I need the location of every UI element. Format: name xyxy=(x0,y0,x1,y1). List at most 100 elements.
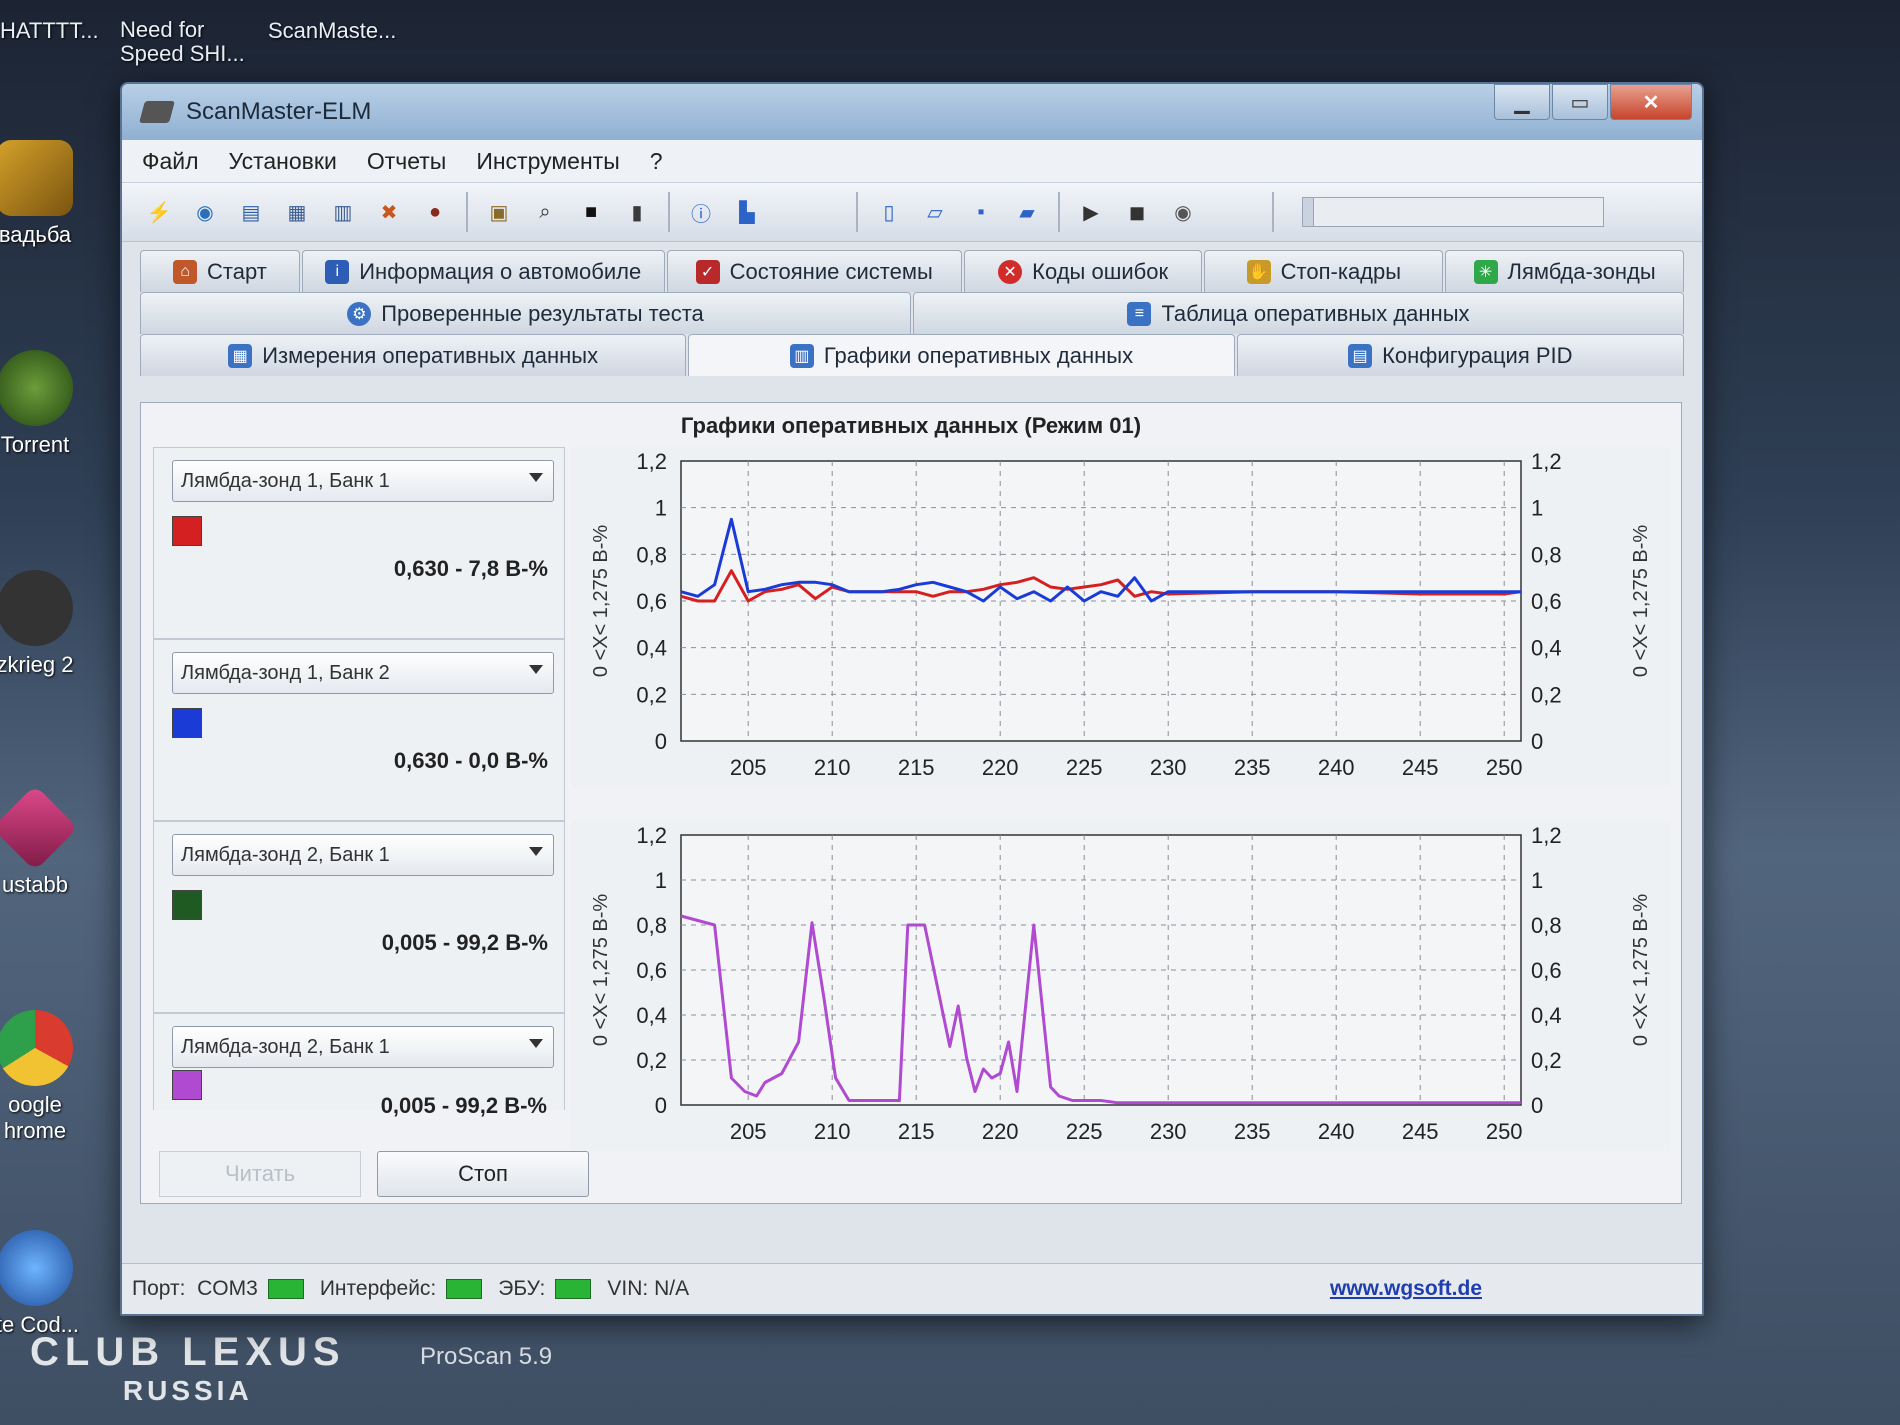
window-controls: ▁ ▭ ✕ xyxy=(1492,84,1692,120)
document-icon[interactable]: ▤ xyxy=(234,195,268,229)
tab-live-data-table[interactable]: ≡ Таблица оперативных данных xyxy=(913,292,1684,334)
minimize-button[interactable]: ▁ xyxy=(1494,84,1550,120)
phone-icon[interactable]: ▮ xyxy=(620,195,654,229)
menu-reports[interactable]: Отчеты xyxy=(367,148,447,175)
sensor-icon[interactable]: ● xyxy=(418,195,452,229)
desktop-label[interactable]: Need for Speed SHI... xyxy=(120,18,270,66)
tab-pid-config[interactable]: ▤ Конфигурация PID xyxy=(1236,334,1685,376)
desktop-icon[interactable]: ustabb xyxy=(0,785,90,898)
menu-settings[interactable]: Установки xyxy=(229,148,337,175)
desktop-icon-label: zkrieg 2 xyxy=(0,652,74,677)
terminal-icon[interactable]: ■ xyxy=(574,195,608,229)
tab-label: Информация о автомобиле xyxy=(359,258,642,284)
tab-label: Таблица оперативных данных xyxy=(1161,300,1470,326)
chrome-icon xyxy=(0,1010,73,1086)
tab-error-codes[interactable]: ✕ Коды ошибок xyxy=(963,250,1203,292)
grid-icon: ▦ xyxy=(228,343,253,368)
new-file-icon[interactable]: ▯ xyxy=(872,195,906,229)
tab-label: Состояние системы xyxy=(729,258,933,284)
info-icon[interactable]: ⓘ xyxy=(684,195,718,229)
tab-test-results[interactable]: ⚙ Проверенные результаты теста xyxy=(140,292,911,334)
play-icon[interactable]: ▶ xyxy=(1074,195,1108,229)
desktop-icon[interactable]: zkrieg 2 xyxy=(0,570,90,678)
y-tick-label: 0,2 xyxy=(636,1048,667,1073)
desktop-label[interactable]: ScanMaste... xyxy=(268,18,396,44)
desktop-icon[interactable]: ite Cod... xyxy=(0,1230,90,1338)
close-button[interactable]: ✕ xyxy=(1610,84,1692,120)
panel-title: Графики оперативных данных (Режим 01) xyxy=(680,413,1142,438)
ecu-label: ЭБУ: xyxy=(498,1277,546,1300)
open-folder-icon[interactable]: ▱ xyxy=(918,195,952,229)
y-tick-label: 0,8 xyxy=(636,542,667,567)
tab-freeze-frames[interactable]: ✋ Стоп-кадры xyxy=(1204,250,1444,292)
chart-icon[interactable]: ▥ xyxy=(326,195,360,229)
watermark-subtext: RUSSIA xyxy=(122,1375,253,1406)
tab-start[interactable]: ⌂ Старт xyxy=(140,250,300,292)
menu-file[interactable]: Файл xyxy=(142,148,199,175)
table-icon[interactable]: ▦ xyxy=(280,195,314,229)
website-link[interactable]: www.wgsoft.de xyxy=(1330,1277,1482,1301)
tab-label: Проверенные результаты теста xyxy=(381,300,704,326)
save-icon[interactable]: ▪ xyxy=(964,195,998,229)
toolbar-separator xyxy=(466,192,468,232)
x-tick-label: 230 xyxy=(1150,755,1187,780)
x-tick-label: 225 xyxy=(1066,755,1103,780)
gear-icon: ⚙ xyxy=(347,301,372,326)
tab-label: Конфигурация PID xyxy=(1382,342,1573,368)
maximize-button[interactable]: ▭ xyxy=(1552,84,1608,120)
watermark: CLUB LEXUS RUSSIA xyxy=(30,1330,346,1407)
desktop-icon[interactable]: Torrent xyxy=(0,350,90,458)
y-tick-label: 0 xyxy=(655,1093,667,1118)
print-icon[interactable]: ▰ xyxy=(1010,195,1044,229)
x-tick-label: 220 xyxy=(982,1119,1019,1144)
record-icon[interactable]: ◉ xyxy=(1166,195,1200,229)
sensor-slot: Лямбда-зонд 2, Банк 1 0,005 - 99,2 В-% xyxy=(153,821,565,1013)
desktop-icon[interactable]: oogle hrome xyxy=(0,1010,90,1144)
stop-button[interactable]: Стоп xyxy=(377,1151,589,1197)
desktop-icon-label: Torrent xyxy=(0,432,70,457)
tools-icon[interactable]: ✖ xyxy=(372,195,406,229)
color-swatch[interactable] xyxy=(172,890,202,920)
port-label: Порт: xyxy=(132,1277,186,1300)
clipboard-icon[interactable]: ▣ xyxy=(482,195,516,229)
y-tick-label: 1 xyxy=(655,496,667,521)
color-swatch[interactable] xyxy=(172,708,202,738)
sensor-select[interactable]: Лямбда-зонд 1, Банк 2 xyxy=(172,652,554,694)
sensor-slot: Лямбда-зонд 1, Банк 1 0,630 - 7,8 В-% xyxy=(153,447,565,639)
app-window: ScanMaster-ELM ▁ ▭ ✕ Файл Установки Отче… xyxy=(120,82,1704,1316)
book-icon[interactable]: ▙ xyxy=(730,195,764,229)
stop-icon[interactable]: ◼ xyxy=(1120,195,1154,229)
sensor-select[interactable]: Лямбда-зонд 2, Банк 1 xyxy=(172,1026,554,1068)
x-tick-label: 240 xyxy=(1318,755,1355,780)
menu-tools[interactable]: Инструменты xyxy=(476,148,619,175)
taskbar-label[interactable]: ProScan 5.9 xyxy=(420,1343,552,1371)
tab-row: ⌂ Старт i Информация о автомобиле ✓ Состоян… xyxy=(140,250,1684,292)
title-bar[interactable]: ScanMaster-ELM ▁ ▭ ✕ xyxy=(122,84,1702,140)
read-button[interactable]: Читать xyxy=(159,1151,361,1197)
x-tick-label: 230 xyxy=(1150,1119,1187,1144)
connect-icon[interactable]: ⚡ xyxy=(142,195,176,229)
desktop-label[interactable]: HATTTT... xyxy=(0,18,99,44)
search-icon[interactable]: ⌕ xyxy=(528,195,562,229)
x-tick-label: 220 xyxy=(982,755,1019,780)
sensor-select[interactable]: Лямбда-зонд 2, Банк 1 xyxy=(172,834,554,876)
tab-live-graphs[interactable]: ▥ Графики оперативных данных xyxy=(688,334,1235,376)
tab-lambda-sensors[interactable]: ✳ Лямбда-зонды xyxy=(1445,250,1684,292)
port-value: COM3 xyxy=(197,1277,258,1300)
sensor-reading: 0,005 - 99,2 В-% xyxy=(380,1093,547,1118)
desktop-icon[interactable]: вадьба xyxy=(0,140,90,248)
tab-system-status[interactable]: ✓ Состояние системы xyxy=(666,250,962,292)
tab-live-measurements[interactable]: ▦ Измерения оперативных данных xyxy=(140,334,687,376)
desktop-icon-label: ustabb xyxy=(1,872,69,897)
window-title: ScanMaster-ELM xyxy=(186,98,372,125)
toolbar: ⚡ ◉ ▤ ▦ ▥ ✖ ● ▣ ⌕ ■ ▮ ⓘ ▙ ▯ ▱ ▪ ▰ ▶ ◼ ◉ xyxy=(122,183,1702,242)
color-swatch[interactable] xyxy=(172,516,202,546)
chevron-down-icon xyxy=(529,473,543,482)
status-bar: Порт: COM3 Интерфейс: ЭБУ: VIN: N/A www.… xyxy=(122,1263,1702,1314)
y-tick-label: 0,2 xyxy=(1531,1048,1562,1073)
tab-vehicle-info[interactable]: i Информация о автомобиле xyxy=(301,250,665,292)
sensor-select[interactable]: Лямбда-зонд 1, Банк 1 xyxy=(172,460,554,502)
tab-label: Графики оперативных данных xyxy=(823,342,1134,368)
globe-icon[interactable]: ◉ xyxy=(188,195,222,229)
menu-help[interactable]: ? xyxy=(650,148,663,175)
